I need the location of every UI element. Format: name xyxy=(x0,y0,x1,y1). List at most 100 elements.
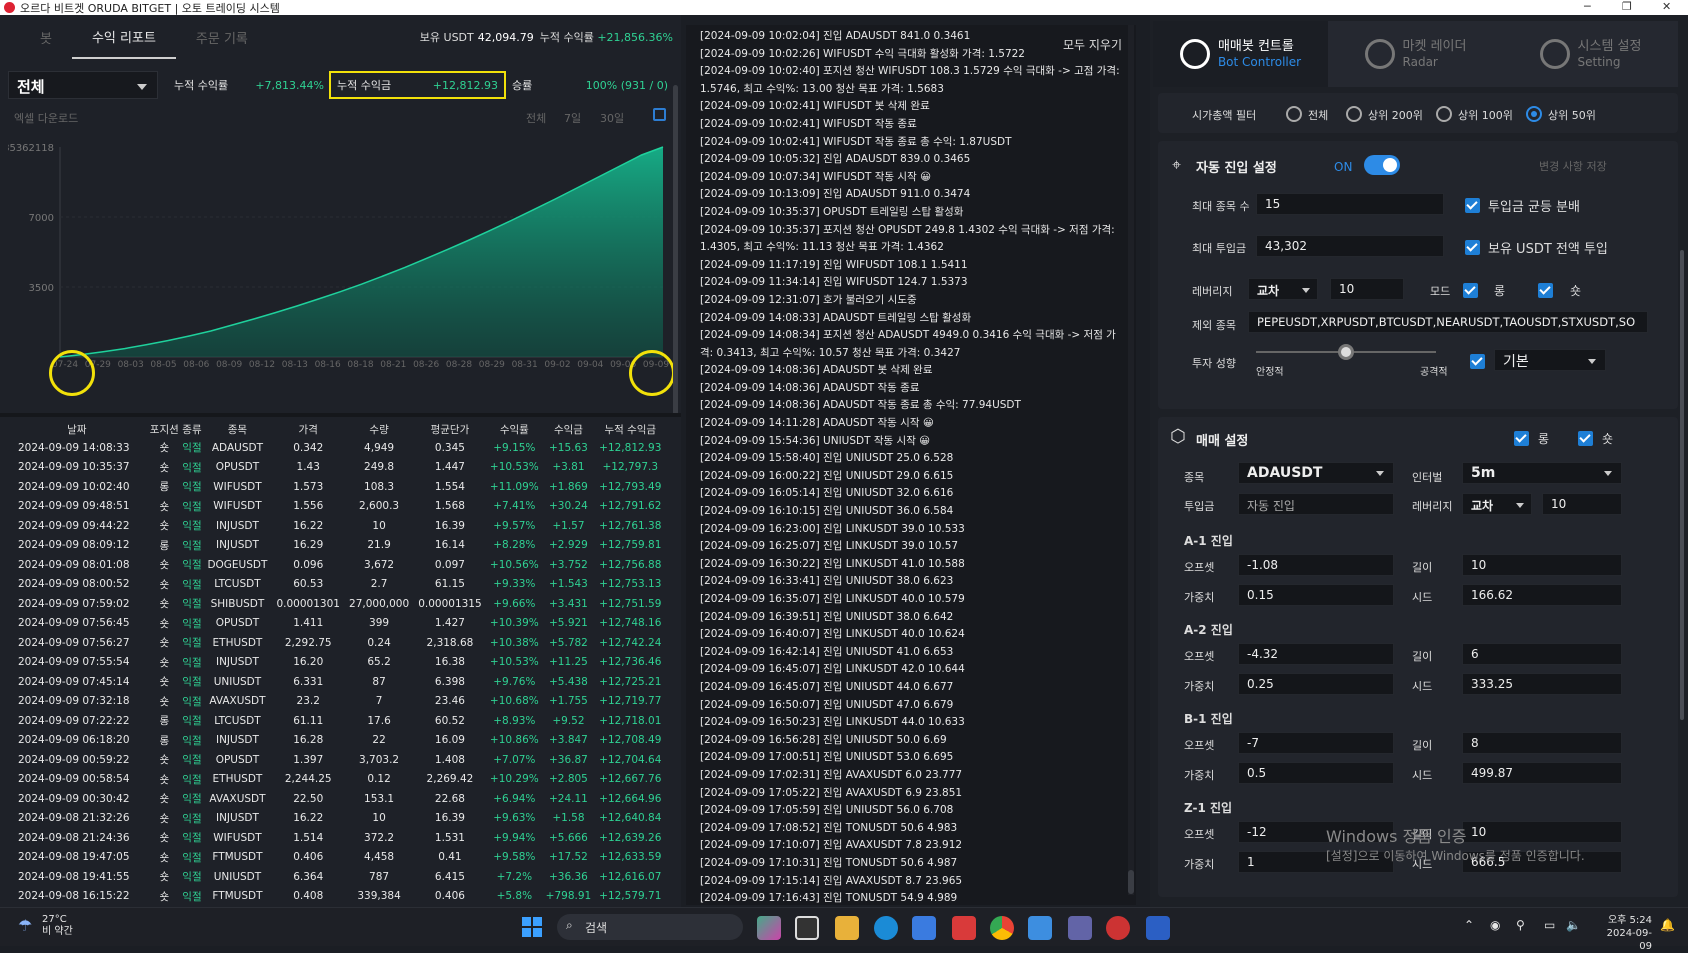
edge-icon[interactable] xyxy=(874,916,898,940)
table-row[interactable]: 2024-09-09 07:22:22 롱 익절 LTCUSDT 61.11 17.6 60… xyxy=(6,711,666,731)
tab-radar[interactable]: 마켓 레이더 Radar xyxy=(1328,21,1503,87)
table-row[interactable]: 2024-09-09 07:56:27 숏 익절 ETHUSDT 2,292.75 0.2… xyxy=(6,633,666,653)
table-row[interactable]: 2024-09-09 00:59:22 숏 익절 OPUSDT 1.397 3,703.2… xyxy=(6,750,666,770)
network-icon[interactable]: ⚲ xyxy=(1516,918,1525,932)
display-icon[interactable]: ▭ xyxy=(1544,918,1555,932)
auto-entry-toggle[interactable] xyxy=(1364,155,1400,175)
table-row[interactable]: 2024-09-09 10:02:40 롱 익절 WIFUSDT 1.573 108.3 1… xyxy=(6,477,666,497)
column-header[interactable]: 수익률 xyxy=(486,420,542,438)
table-row[interactable]: 2024-09-09 07:56:45 숏 익절 OPUSDT 1.411 399 1.42… xyxy=(6,614,666,634)
leverage-input[interactable]: 10 xyxy=(1330,278,1404,300)
teams-icon[interactable] xyxy=(1068,916,1092,940)
weather-icon[interactable]: ☂ xyxy=(18,916,32,935)
table-row[interactable]: 2024-09-09 08:09:12 롱 익절 INJUSDT 16.29 21.9 16… xyxy=(6,536,666,556)
short-checkbox[interactable] xyxy=(1578,431,1593,446)
app-icon[interactable] xyxy=(952,916,976,940)
column-header[interactable]: 평균단가 xyxy=(414,420,487,438)
max-count-input[interactable]: 15 xyxy=(1256,193,1444,215)
range-all[interactable]: 전체 xyxy=(526,110,546,126)
minimize-icon[interactable]: ─ xyxy=(1584,0,1591,13)
slider-handle[interactable] xyxy=(1338,344,1354,360)
log-scrollbar[interactable] xyxy=(1128,25,1134,895)
radio-top200[interactable] xyxy=(1346,106,1362,122)
right-scrollbar[interactable] xyxy=(1680,250,1684,720)
table-row[interactable]: 2024-09-09 07:55:54 숏 익절 INJUSDT 16.20 65.2 16… xyxy=(6,653,666,673)
offset-input[interactable]: -7 xyxy=(1238,732,1394,754)
seed-input[interactable]: 166.62 xyxy=(1462,584,1622,606)
column-header[interactable]: 수익금 xyxy=(542,420,594,438)
table-row[interactable]: 2024-09-09 07:45:14 숏 익절 UNIUSDT 6.331 87 6.39… xyxy=(6,672,666,692)
radio-all[interactable] xyxy=(1286,106,1302,122)
left-scrollbar[interactable] xyxy=(673,85,678,415)
weight-input[interactable]: 0.25 xyxy=(1238,673,1394,695)
long-checkbox[interactable] xyxy=(1514,431,1529,446)
table-row[interactable]: 2024-09-09 08:00:52 숏 익절 LTCUSDT 60.53 2.7 61.… xyxy=(6,575,666,595)
table-row[interactable]: 2024-09-08 19:41:55 숏 익절 UNIUSDT 6.364 787 6.4… xyxy=(6,867,666,887)
maximize-icon[interactable]: ❐ xyxy=(1622,0,1632,13)
table-row[interactable]: 2024-09-09 09:44:22 숏 익절 INJUSDT 16.22 10 16.3… xyxy=(6,516,666,536)
tab-setting[interactable]: 시스템 설정 Setting xyxy=(1503,21,1678,87)
clock[interactable]: 오후 5:24 2024-09-09 xyxy=(1598,914,1652,953)
length-input[interactable]: 10 xyxy=(1462,554,1622,576)
table-row[interactable]: 2024-09-08 21:32:26 숏 익절 INJUSDT 16.22 10 16.3… xyxy=(6,809,666,829)
trading-app-icon[interactable] xyxy=(1146,916,1170,940)
interval-select[interactable]: 5m xyxy=(1462,462,1622,484)
table-row[interactable]: 2024-09-09 08:01:08 숏 익절 DOGEUSDT 0.096 3,672… xyxy=(6,555,666,575)
weight-input[interactable]: 0.15 xyxy=(1238,584,1394,606)
excel-download-link[interactable]: 엑셀 다운로드 xyxy=(14,110,78,126)
length-input[interactable]: 8 xyxy=(1462,732,1622,754)
table-row[interactable]: 2024-09-09 06:18:20 롱 익절 INJUSDT 16.28 22 16.0… xyxy=(6,731,666,751)
notification-icon[interactable]: 🔔 xyxy=(1660,918,1675,932)
column-header[interactable]: 포지션 xyxy=(148,420,181,438)
profile-checkbox[interactable] xyxy=(1470,354,1485,369)
filter-select[interactable]: 전체 xyxy=(8,71,158,99)
offset-input[interactable]: -1.08 xyxy=(1238,554,1394,576)
table-row[interactable]: 2024-09-09 07:59:02 숏 익절 SHIBUSDT 0.00001301… xyxy=(6,594,666,614)
weight-input[interactable]: 0.5 xyxy=(1238,762,1394,784)
calendar-icon[interactable] xyxy=(653,108,666,121)
column-header[interactable]: 수량 xyxy=(345,420,414,438)
store-icon[interactable] xyxy=(912,916,936,940)
file-explorer-icon[interactable] xyxy=(835,916,859,940)
max-invest-input[interactable]: 43,302 xyxy=(1256,235,1444,257)
radio-top50[interactable] xyxy=(1526,106,1542,122)
scroll-thumb[interactable] xyxy=(1128,870,1134,894)
table-row[interactable]: 2024-09-09 10:35:37 숏 익절 OPUSDT 1.43 249.8 1.4… xyxy=(6,458,666,478)
table-row[interactable]: 2024-09-08 21:24:36 숏 익절 WIFUSDT 1.514 372.2 1… xyxy=(6,828,666,848)
length-input[interactable]: 6 xyxy=(1462,643,1622,665)
long-checkbox[interactable] xyxy=(1463,283,1478,298)
task-view-icon[interactable] xyxy=(795,916,819,940)
notepad-icon[interactable] xyxy=(1028,916,1052,940)
save-changes-button[interactable]: 변경 사항 저장 xyxy=(1539,158,1607,174)
close-icon[interactable]: ✕ xyxy=(1662,0,1671,13)
invest-input[interactable]: 자동 진입 xyxy=(1238,493,1394,515)
clear-all-button[interactable]: 모두 지우기 xyxy=(1063,36,1122,53)
table-row[interactable]: 2024-09-09 00:58:54 숏 익절 ETHUSDT 2,244.25 0.1… xyxy=(6,770,666,790)
widgets-icon[interactable] xyxy=(757,916,781,940)
tab-profit-report[interactable]: 수익 리포트 xyxy=(71,15,176,59)
seed-input[interactable]: 499.87 xyxy=(1462,762,1622,784)
table-row[interactable]: 2024-09-09 00:30:42 숏 익절 AVAXUSDT 22.50 153.1… xyxy=(6,789,666,809)
taskbar-search[interactable]: ⌕ 검색 xyxy=(557,914,743,940)
symbol-select[interactable]: ADAUSDT xyxy=(1238,462,1394,484)
short-checkbox[interactable] xyxy=(1538,283,1553,298)
range-7d[interactable]: 7일 xyxy=(564,110,581,126)
seed-input[interactable]: 333.25 xyxy=(1462,673,1622,695)
weather-widget[interactable]: 27°C 비 약간 xyxy=(42,914,73,938)
table-row[interactable]: 2024-09-09 09:48:51 숏 익절 WIFUSDT 1.556 2,600.… xyxy=(6,497,666,517)
offset-input[interactable]: -4.32 xyxy=(1238,643,1394,665)
tab-order-history[interactable]: 주문 기록 xyxy=(176,15,268,59)
split-checkbox[interactable] xyxy=(1465,198,1480,213)
column-header[interactable]: 종류 xyxy=(181,420,203,438)
column-header[interactable]: 날짜 xyxy=(6,420,148,438)
column-header[interactable]: 누적 수익금 xyxy=(595,420,666,438)
length-input[interactable]: 10 xyxy=(1462,821,1622,843)
tab-bot[interactable]: 봇 xyxy=(0,15,72,59)
table-row[interactable]: 2024-09-08 16:15:22 숏 익절 FTMUSDT 0.408 339,38… xyxy=(6,887,666,907)
app-icon[interactable] xyxy=(1106,916,1130,940)
volume-icon[interactable]: 🔈 xyxy=(1566,918,1581,932)
table-row[interactable]: 2024-09-09 07:32:18 숏 익절 AVAXUSDT 23.2 7 23.46… xyxy=(6,692,666,712)
leverage-input[interactable]: 10 xyxy=(1542,493,1622,515)
start-icon[interactable] xyxy=(522,917,542,937)
tray-icon[interactable]: ◉ xyxy=(1490,918,1500,932)
